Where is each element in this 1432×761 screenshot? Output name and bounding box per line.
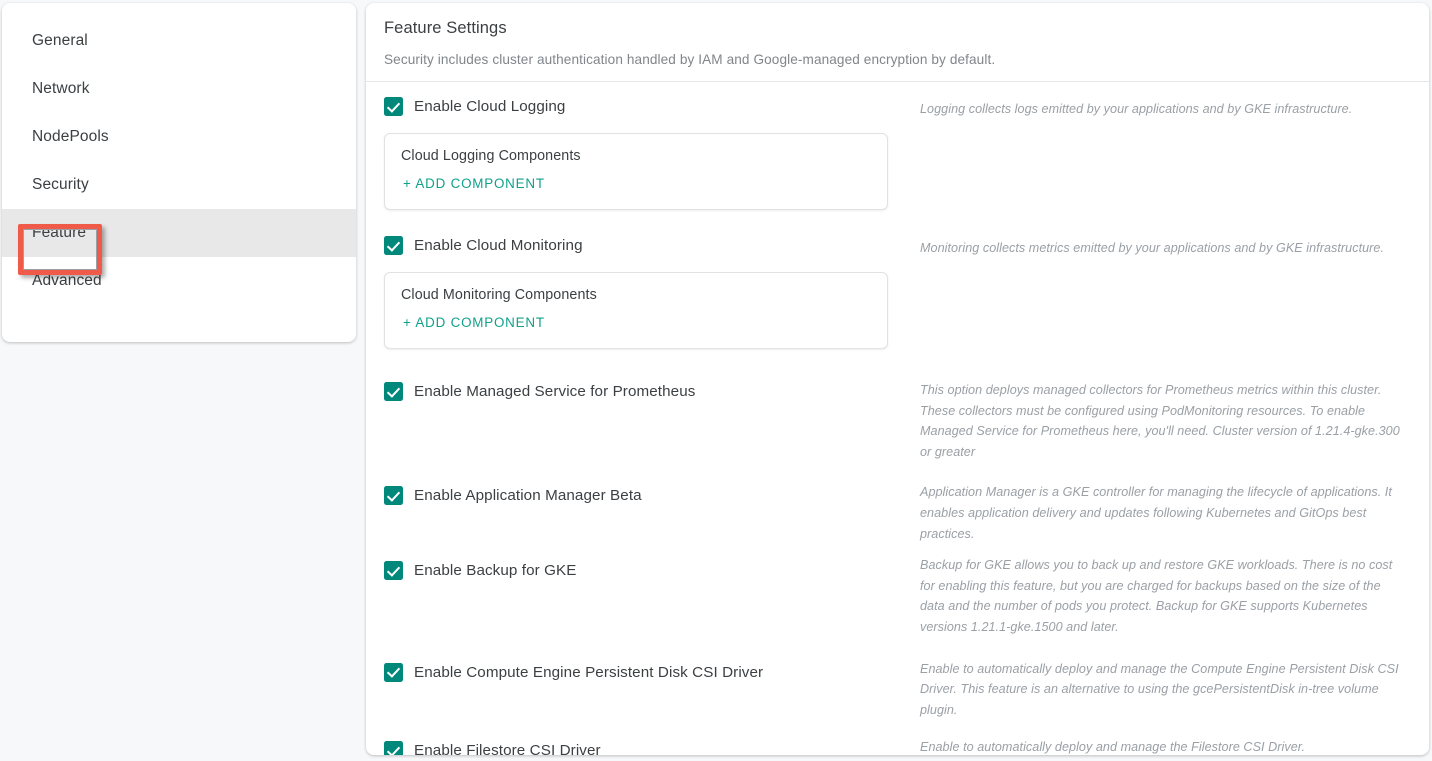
setting-row-application-manager: Enable Application Manager Beta Applicat…: [366, 485, 1429, 544]
feature-settings-panel: Feature Settings Security includes clust…: [366, 3, 1429, 755]
setting-row-managed-prometheus: Enable Managed Service for Prometheus Th…: [366, 382, 1429, 462]
setting-row-filestore-csi: Enable Filestore CSI Driver Enable to au…: [366, 740, 1429, 755]
setting-description: Enable to automatically deploy and manag…: [920, 740, 1306, 755]
control-column: Enable Filestore CSI Driver: [366, 741, 920, 755]
description-column: Backup for GKE allows you to back up and…: [920, 558, 1429, 637]
checkbox-label: Enable Compute Engine Persistent Disk CS…: [414, 663, 764, 681]
control-column: Enable Managed Service for Prometheus: [366, 382, 920, 401]
checkbox-label: Enable Application Manager Beta: [414, 487, 642, 505]
sidebar-item-label: Feature: [32, 224, 87, 241]
checkbox-enable-application-manager-beta[interactable]: Enable Application Manager Beta: [384, 486, 920, 506]
setting-description: This option deploys managed collectors f…: [920, 383, 1400, 459]
setting-description: Application Manager is a GKE controller …: [920, 485, 1392, 541]
description-column: Enable to automatically deploy and manag…: [920, 740, 1429, 755]
checkbox-enable-cloud-monitoring[interactable]: Enable Cloud Monitoring: [384, 236, 920, 255]
setting-description: Monitoring collects metrics emitted by y…: [920, 241, 1385, 255]
sidebar-item-label: Security: [32, 176, 89, 193]
add-logging-component-button[interactable]: + ADD COMPONENT: [401, 174, 547, 193]
sidebar-item-network[interactable]: Network: [2, 65, 356, 113]
setting-description: Enable to automatically deploy and manag…: [920, 661, 1399, 717]
checkbox-checked-icon[interactable]: [384, 236, 403, 255]
control-column: Enable Backup for GKE: [366, 561, 920, 581]
setting-row-cloud-logging: Enable Cloud Logging Cloud Logging Compo…: [366, 97, 1429, 210]
control-column: Enable Cloud Monitoring Cloud Monitoring…: [366, 236, 920, 349]
checkbox-enable-compute-engine-pd-csi-driver[interactable]: Enable Compute Engine Persistent Disk CS…: [384, 662, 920, 682]
control-column: Enable Compute Engine Persistent Disk CS…: [366, 662, 920, 682]
setting-description: Logging collects logs emitted by your ap…: [920, 102, 1353, 116]
panel-header: Feature Settings Security includes clust…: [366, 3, 1429, 82]
setting-row-compute-engine-pd-csi: Enable Compute Engine Persistent Disk CS…: [366, 662, 1429, 721]
setting-row-cloud-monitoring: Enable Cloud Monitoring Cloud Monitoring…: [366, 236, 1429, 349]
description-column: Enable to automatically deploy and manag…: [920, 662, 1429, 721]
sidebar-item-label: Network: [32, 80, 90, 97]
description-column: Application Manager is a GKE controller …: [920, 485, 1429, 544]
add-monitoring-component-button[interactable]: + ADD COMPONENT: [401, 313, 547, 332]
sub-card-title: Cloud Logging Components: [401, 148, 581, 164]
checkbox-checked-icon[interactable]: [384, 741, 403, 755]
sidebar-item-nodepools[interactable]: NodePools: [2, 113, 356, 161]
page-root: General Network NodePools Security Featu…: [0, 0, 1432, 761]
sidebar-item-label: Advanced: [32, 272, 102, 289]
description-column: This option deploys managed collectors f…: [920, 382, 1429, 462]
sidebar-item-label: NodePools: [32, 128, 109, 145]
checkbox-enable-filestore-csi-driver[interactable]: Enable Filestore CSI Driver: [384, 741, 920, 755]
settings-sidebar: General Network NodePools Security Featu…: [2, 3, 356, 342]
control-column: Enable Application Manager Beta: [366, 486, 920, 506]
checkbox-label: Enable Cloud Monitoring: [414, 237, 583, 254]
checkbox-checked-icon[interactable]: [384, 561, 403, 581]
setting-description: Backup for GKE allows you to back up and…: [920, 558, 1393, 634]
checkbox-enable-cloud-logging[interactable]: Enable Cloud Logging: [384, 97, 920, 116]
checkbox-label: Enable Cloud Logging: [414, 98, 566, 115]
sidebar-item-advanced[interactable]: Advanced: [2, 257, 356, 305]
checkbox-enable-managed-prometheus[interactable]: Enable Managed Service for Prometheus: [384, 382, 920, 401]
checkbox-label: Enable Managed Service for Prometheus: [414, 383, 696, 400]
checkbox-checked-icon[interactable]: [384, 662, 403, 682]
sidebar-item-feature[interactable]: Feature: [2, 209, 356, 257]
control-column: Enable Cloud Logging Cloud Logging Compo…: [366, 97, 920, 210]
sidebar-nav-list: General Network NodePools Security Featu…: [2, 17, 356, 305]
page-subtitle: Security includes cluster authentication…: [384, 52, 996, 67]
page-title: Feature Settings: [384, 19, 507, 37]
checkbox-checked-icon[interactable]: [384, 486, 403, 506]
checkbox-enable-backup-for-gke[interactable]: Enable Backup for GKE: [384, 561, 920, 581]
sidebar-item-security[interactable]: Security: [2, 161, 356, 209]
sidebar-item-label: General: [32, 32, 88, 49]
sidebar-item-general[interactable]: General: [2, 17, 356, 65]
sub-card-title: Cloud Monitoring Components: [401, 287, 597, 303]
description-column: Monitoring collects metrics emitted by y…: [920, 236, 1429, 259]
cloud-logging-components-card: Cloud Logging Components + ADD COMPONENT: [384, 133, 888, 210]
checkbox-label: Enable Filestore CSI Driver: [414, 742, 601, 755]
setting-row-backup-for-gke: Enable Backup for GKE Backup for GKE all…: [366, 558, 1429, 637]
checkbox-checked-icon[interactable]: [384, 97, 403, 116]
panel-body: Enable Cloud Logging Cloud Logging Compo…: [366, 97, 1429, 755]
checkbox-checked-icon[interactable]: [384, 382, 403, 401]
description-column: Logging collects logs emitted by your ap…: [920, 97, 1429, 120]
checkbox-label: Enable Backup for GKE: [414, 562, 577, 580]
cloud-monitoring-components-card: Cloud Monitoring Components + ADD COMPON…: [384, 272, 888, 349]
